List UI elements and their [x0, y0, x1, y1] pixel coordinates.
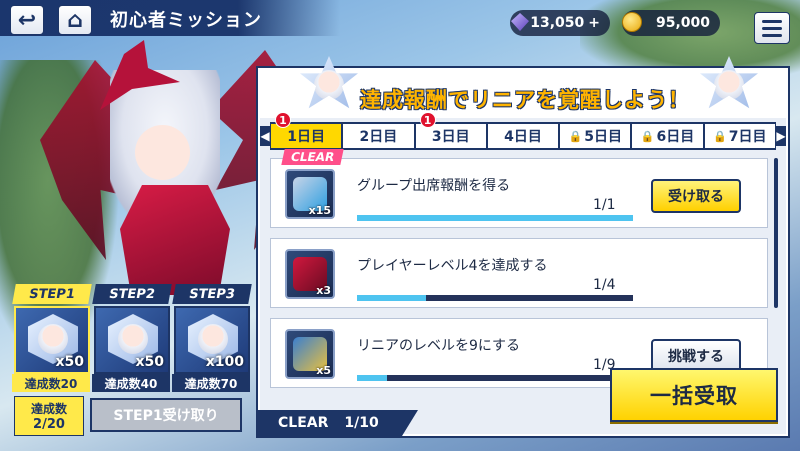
mission-row: CLEAR x15 グループ出席報酬を得る 1/1 受け取る — [270, 149, 768, 228]
coin-counter: 95,000 — [622, 10, 720, 36]
mission-label: グループ出席報酬を得る — [357, 178, 511, 194]
tab-label: 1日目 — [287, 129, 326, 145]
step-reward-3[interactable]: STEP3 x100 — [172, 284, 252, 374]
panel-banner: 達成報酬でリニアを覚醒しよう！ — [260, 56, 786, 118]
tab-day-4[interactable]: 4日目 — [487, 124, 559, 148]
clear-counter: CLEAR 1/10 — [258, 410, 418, 436]
notification-badge: 1 — [419, 112, 436, 128]
step-reward-2[interactable]: STEP2 x50 — [92, 284, 172, 374]
notification-badge: 1 — [275, 112, 291, 128]
tab-scroll-right-icon[interactable]: ▶ — [776, 126, 786, 146]
mission-list: CLEAR x15 グループ出席報酬を得る 1/1 受け取る x3 プレイヤーレベル4を達成… — [270, 149, 768, 398]
tab-scroll-left-icon[interactable]: ◀ — [260, 126, 270, 146]
step-reward-quantity: x50 — [55, 354, 84, 370]
mission-row: x3 プレイヤーレベル4を達成する 1/4 — [270, 238, 768, 308]
step-progress-label: 達成数 — [30, 402, 67, 416]
lock-icon: 🔒 — [713, 129, 727, 143]
mission-progress-bar — [357, 295, 633, 301]
clear-label: CLEAR — [278, 415, 329, 431]
tab-label: 7日目 — [728, 129, 767, 145]
mission-progress-fill — [357, 215, 633, 221]
gem-counter[interactable]: 13,050 + — [510, 10, 610, 36]
menu-button[interactable] — [754, 12, 790, 44]
character-armor — [120, 185, 230, 295]
tab-label: 4日目 — [504, 129, 542, 145]
gem-plus: + — [588, 15, 600, 31]
home-icon: ⌂ — [67, 7, 83, 33]
mission-progress-bar — [357, 215, 633, 221]
step-requirement: 達成数20 — [12, 374, 90, 392]
back-arrow-icon: ↩ — [17, 7, 37, 33]
step-reward-quantity: x50 — [135, 354, 164, 370]
day-tabs: 1日目 1 2日目 3日目 1 4日目 🔒 5日目 🔒 6日目 🔒 7日目 — [270, 112, 776, 150]
lock-icon: 🔒 — [640, 129, 655, 143]
coin-icon — [618, 8, 646, 36]
step-reward-card: x50 — [94, 306, 170, 374]
step-claim-button[interactable]: STEP1受け取り — [90, 398, 242, 432]
reward-item-icon: x5 — [285, 329, 335, 379]
reward-quantity: x15 — [308, 204, 331, 217]
mission-progress-text: 1/1 — [593, 197, 616, 213]
mission-progress-bar — [357, 375, 633, 381]
reward-quantity: x5 — [316, 364, 331, 377]
mission-label: リニアのレベルを9にする — [357, 338, 521, 354]
tab-day-6[interactable]: 🔒 6日目 — [632, 124, 703, 148]
reward-quantity: x3 — [316, 284, 331, 297]
mission-progress-text: 1/4 — [593, 277, 616, 293]
tab-day-3[interactable]: 3日目 1 — [415, 112, 486, 148]
tab-label: 5日目 — [584, 129, 622, 145]
step-requirement: 達成数70 — [172, 374, 250, 392]
home-button[interactable]: ⌂ — [58, 5, 92, 35]
coin-amount: 95,000 — [655, 15, 710, 31]
step-requirement: 達成数40 — [92, 374, 170, 392]
page-title: 初心者ミッション — [110, 10, 262, 31]
tab-label: 6日目 — [656, 129, 695, 145]
tab-day-5[interactable]: 🔒 5日目 — [560, 124, 631, 148]
tab-label: 3日目 — [431, 129, 470, 145]
clear-tag: CLEAR — [281, 149, 344, 165]
bulk-claim-button[interactable]: 一括受取 — [610, 368, 778, 422]
tab-label: 2日目 — [359, 129, 398, 145]
tab-day-7[interactable]: 🔒 7日目 — [704, 124, 775, 148]
step-reward-quantity: x100 — [205, 354, 244, 370]
step-label: STEP2 — [92, 284, 172, 304]
step-reward-1[interactable]: STEP1 x50 — [12, 284, 92, 374]
step-progress-value: 2/20 — [33, 417, 65, 432]
step-label: STEP3 — [172, 284, 252, 304]
gem-icon — [506, 8, 534, 36]
tab-day-1[interactable]: 1日目 1 — [271, 112, 342, 148]
step-label: STEP1 — [12, 284, 92, 304]
mission-action-button[interactable]: 受け取る — [651, 179, 741, 213]
step-reward-card: x100 — [174, 306, 250, 374]
tab-day-2[interactable]: 2日目 — [343, 124, 414, 148]
character-face — [135, 125, 190, 180]
step-reward-card: x50 — [14, 306, 90, 374]
clear-count: 1/10 — [344, 415, 379, 431]
banner-text: 達成報酬でリニアを覚醒しよう！ — [360, 88, 690, 112]
mission-label: プレイヤーレベル4を達成する — [357, 258, 548, 274]
back-button[interactable]: ↩ — [10, 5, 44, 35]
reward-item-icon: x3 — [285, 249, 335, 299]
mission-progress-fill — [357, 295, 426, 301]
mission-progress-fill — [357, 375, 388, 381]
mission-scrollbar[interactable] — [774, 158, 778, 308]
gem-amount: 13,050 — [530, 15, 585, 31]
step-progress-box: 達成数 2/20 — [14, 396, 84, 436]
reward-item-icon: x15 — [285, 169, 335, 219]
lock-icon: 🔒 — [568, 129, 583, 143]
